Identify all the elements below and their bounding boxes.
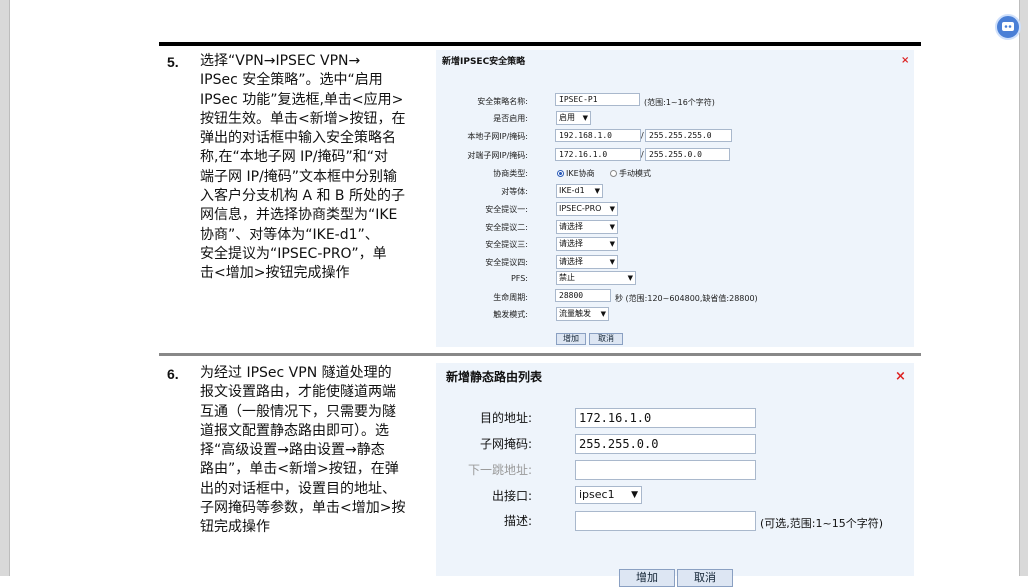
negotiation-label: 协商类型: bbox=[493, 169, 528, 178]
nexthop-label: 下一跳地址: bbox=[467, 463, 532, 477]
table-top-rule bbox=[159, 42, 921, 46]
radio-selected-icon bbox=[557, 170, 564, 177]
step-description: 选择“VPN→IPSEC VPN→ IPSec 安全策略”。选中“启用 IPSe… bbox=[200, 53, 406, 282]
iface-label: 出接口: bbox=[491, 489, 532, 503]
radio-manual[interactable]: 手动模式 bbox=[610, 168, 651, 179]
remote-mask-input[interactable]: 255.255.0.0 bbox=[645, 148, 730, 161]
lifetime-label: 生命周期: bbox=[493, 293, 528, 302]
chevron-down-icon: ▼ bbox=[609, 240, 615, 248]
desc-label: 描述: bbox=[503, 514, 532, 528]
slash-separator: / bbox=[641, 131, 644, 140]
pfs-select[interactable]: 禁止 ▼ bbox=[556, 271, 636, 285]
radio-ike[interactable]: IKE协商 bbox=[557, 168, 595, 179]
proposal2-select[interactable]: 请选择 ▼ bbox=[556, 220, 618, 234]
local-subnet-label: 本地子网IP/掩码: bbox=[467, 132, 528, 141]
local-ip-input[interactable]: 192.168.1.0 bbox=[555, 129, 641, 142]
proposal2-label: 安全提议二: bbox=[485, 223, 528, 232]
trigger-select[interactable]: 流量触发 ▼ bbox=[556, 307, 609, 321]
radio-ike-label: IKE协商 bbox=[566, 169, 595, 178]
iface-select[interactable]: ipsec1 ▼ bbox=[575, 486, 642, 504]
enable-select[interactable]: 启用 ▼ bbox=[556, 111, 591, 125]
remote-subnet-label: 对端子网IP/掩码: bbox=[467, 151, 528, 160]
proposal4-select[interactable]: 请选择 ▼ bbox=[556, 255, 618, 269]
dialog-title: 新增静态路由列表 bbox=[446, 370, 543, 384]
chevron-down-icon: ▼ bbox=[627, 274, 633, 282]
row-divider bbox=[159, 353, 921, 356]
close-icon[interactable]: × bbox=[895, 369, 906, 384]
proposal3-select[interactable]: 请选择 ▼ bbox=[556, 237, 618, 251]
slash-separator: / bbox=[641, 150, 644, 159]
enable-select-value: 启用 bbox=[559, 113, 575, 122]
local-mask-input[interactable]: 255.255.255.0 bbox=[645, 129, 732, 142]
add-button[interactable]: 增加 bbox=[619, 569, 675, 587]
cancel-button[interactable]: 取消 bbox=[589, 333, 623, 345]
peer-label: 对等体: bbox=[501, 187, 528, 196]
ipsec-policy-dialog: 新增IPSEC安全策略 × 安全策略名称: IPSEC-P1 (范围:1~16个… bbox=[436, 50, 914, 347]
lifetime-hint: 秒 (范围:120~604800,缺省值:28800) bbox=[615, 294, 758, 303]
policy-name-hint: (范围:1~16个字符) bbox=[644, 98, 715, 107]
policy-name-input[interactable]: IPSEC-P1 bbox=[555, 93, 640, 106]
proposal3-value: 请选择 bbox=[559, 239, 583, 248]
dest-label: 目的地址: bbox=[479, 411, 532, 425]
proposal1-value: IPSEC-PRO bbox=[559, 204, 602, 213]
left-scroll-gutter bbox=[0, 0, 10, 576]
static-route-dialog: 新增静态路由列表 × 目的地址: 172.16.1.0 子网掩码: 255.25… bbox=[436, 363, 914, 587]
chevron-down-icon: ▼ bbox=[631, 490, 638, 500]
proposal1-label: 安全提议一: bbox=[485, 205, 528, 214]
enable-label: 是否启用: bbox=[493, 114, 528, 123]
dest-input[interactable]: 172.16.1.0 bbox=[575, 408, 756, 428]
step-description: 为经过 IPSec VPN 隧道处理的 报文设置路由，才能使隧道两端 互通（一般… bbox=[200, 365, 406, 536]
app-icon[interactable] bbox=[995, 14, 1021, 40]
step-number: 6. bbox=[167, 366, 179, 382]
step-number: 5. bbox=[167, 54, 179, 70]
iface-value: ipsec1 bbox=[579, 488, 615, 501]
peer-select[interactable]: IKE-d1 ▼ bbox=[556, 184, 603, 198]
trigger-value: 流量触发 bbox=[559, 309, 591, 318]
proposal4-value: 请选择 bbox=[559, 257, 583, 266]
policy-name-label: 安全策略名称: bbox=[477, 97, 528, 106]
lifetime-input[interactable]: 28800 bbox=[555, 289, 611, 302]
chevron-down-icon: ▼ bbox=[600, 310, 606, 318]
proposal3-label: 安全提议三: bbox=[485, 240, 528, 249]
mask-label: 子网掩码: bbox=[479, 437, 532, 451]
remote-ip-input[interactable]: 172.16.1.0 bbox=[555, 148, 641, 161]
cancel-button[interactable]: 取消 bbox=[677, 569, 733, 587]
chevron-down-icon: ▼ bbox=[609, 258, 615, 266]
right-scroll-gutter bbox=[1019, 0, 1028, 576]
desc-input[interactable] bbox=[575, 511, 756, 531]
chevron-down-icon: ▼ bbox=[609, 205, 615, 213]
chevron-down-icon: ▼ bbox=[582, 114, 588, 122]
chevron-down-icon: ▼ bbox=[594, 187, 600, 195]
nexthop-input[interactable] bbox=[575, 460, 756, 480]
proposal4-label: 安全提议四: bbox=[485, 258, 528, 267]
dialog-title: 新增IPSEC安全策略 bbox=[442, 57, 526, 67]
trigger-label: 触发模式: bbox=[493, 310, 528, 319]
chevron-down-icon: ▼ bbox=[609, 223, 615, 231]
proposal2-value: 请选择 bbox=[559, 222, 583, 231]
mask-input[interactable]: 255.255.0.0 bbox=[575, 434, 756, 454]
add-button[interactable]: 增加 bbox=[556, 333, 586, 345]
pfs-label: PFS: bbox=[510, 274, 528, 283]
radio-manual-label: 手动模式 bbox=[619, 169, 651, 178]
radio-unselected-icon bbox=[610, 170, 617, 177]
pfs-value: 禁止 bbox=[559, 273, 575, 282]
peer-select-value: IKE-d1 bbox=[559, 186, 585, 195]
desc-hint: (可选,范围:1~15个字符) bbox=[760, 517, 883, 530]
proposal1-select[interactable]: IPSEC-PRO ▼ bbox=[556, 202, 618, 216]
close-icon[interactable]: × bbox=[901, 55, 909, 66]
